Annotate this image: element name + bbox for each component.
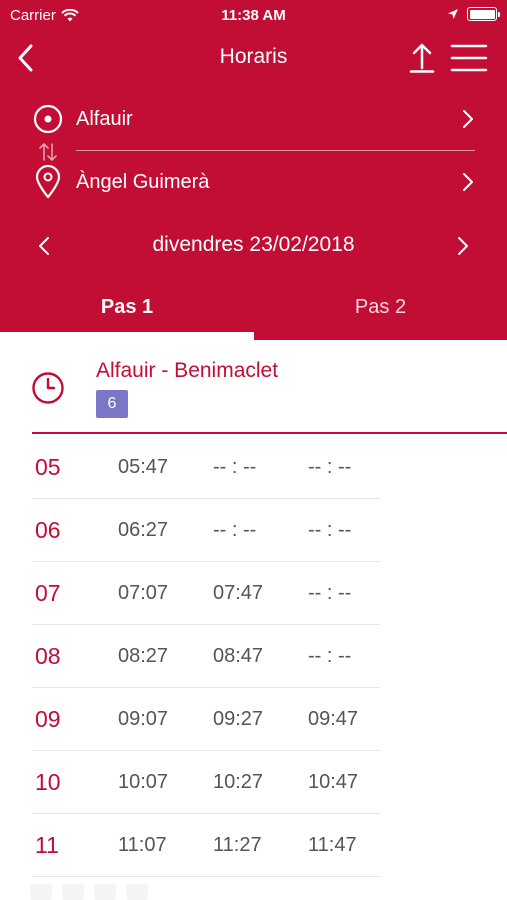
table-row: 09 09:07 09:27 09:47 <box>0 688 507 751</box>
route-divider <box>76 150 475 151</box>
location-pin-icon <box>35 165 61 199</box>
line-header-divider <box>32 432 507 434</box>
tab-pas-2[interactable]: Pas 2 <box>254 284 507 340</box>
chevron-right-icon <box>458 237 468 255</box>
departure-time: 07:47 <box>213 582 264 604</box>
departure-time: 05:47 <box>118 456 169 478</box>
chevron-right-icon <box>463 110 473 128</box>
departure-time: 09:27 <box>213 708 264 730</box>
departure-time: -- : -- <box>308 519 352 541</box>
status-time: 11:38 AM <box>221 7 286 24</box>
departure-time: -- : -- <box>213 456 257 478</box>
departure-time: 09:07 <box>118 708 169 730</box>
table-row: 08 08:27 08:47 -- : -- <box>0 625 507 688</box>
departure-time: 09:47 <box>308 708 359 730</box>
origin-label: Alfauir <box>76 107 133 130</box>
hour-label: 10 <box>35 769 61 795</box>
departure-time: 11:07 <box>118 834 167 856</box>
departure-time: 07:07 <box>118 582 169 604</box>
table-row: 11 11:07 11:27 11:47 <box>0 814 507 877</box>
location-arrow-icon <box>448 9 458 19</box>
date-label: divendres 23/02/2018 <box>152 233 355 256</box>
clock-icon <box>32 372 64 404</box>
hamburger-menu-icon <box>450 44 488 72</box>
departure-time: 10:47 <box>308 771 359 793</box>
destination-selector[interactable]: Àngel Guimerà <box>30 160 480 204</box>
line-header: Alfauir - Benimaclet 6 <box>0 340 507 434</box>
origin-selector[interactable]: Alfauir <box>30 97 480 141</box>
next-day-button[interactable] <box>447 230 479 262</box>
hour-label: 08 <box>35 643 61 669</box>
date-selector: divendres 23/02/2018 <box>0 224 507 268</box>
departure-time: 11:27 <box>213 834 262 856</box>
navigation-bar: Horaris <box>0 34 507 82</box>
departure-time: 06:27 <box>118 519 169 541</box>
share-upload-icon <box>409 43 435 73</box>
table-row: 07 07:07 07:47 -- : -- <box>0 562 507 625</box>
hour-label: 06 <box>35 517 61 543</box>
hour-label: 09 <box>35 706 61 732</box>
menu-button[interactable] <box>448 38 490 78</box>
hour-label: 11 <box>35 832 59 858</box>
line-name: Alfauir - Benimaclet <box>96 359 279 382</box>
selected-tab-indicator <box>0 332 254 340</box>
departure-time: 10:07 <box>118 771 169 793</box>
table-row: 05 05:47 -- : -- -- : -- <box>0 436 507 499</box>
departure-time: 10:27 <box>213 771 264 793</box>
departure-time: -- : -- <box>308 582 352 604</box>
departure-time: -- : -- <box>308 456 352 478</box>
destination-label: Àngel Guimerà <box>76 170 210 193</box>
line-number-badge: 6 <box>96 390 128 418</box>
schedule-list: 05 05:47 -- : -- -- : -- 06 06:27 -- : -… <box>0 436 507 877</box>
departure-time: 08:27 <box>118 645 169 667</box>
departure-time: -- : -- <box>308 645 352 667</box>
app-header: Carrier 11:38 AM Horaris Alfauir Àngel G… <box>0 0 507 340</box>
table-row: 06 06:27 -- : -- -- : -- <box>0 499 507 562</box>
next-row-preview <box>30 884 230 900</box>
chevron-right-icon <box>463 173 473 191</box>
table-row: 10 10:07 10:27 10:47 <box>0 751 507 814</box>
share-button[interactable] <box>404 38 440 78</box>
departure-time: -- : -- <box>213 519 257 541</box>
departure-time: 08:47 <box>213 645 264 667</box>
departure-time: 11:47 <box>308 834 357 856</box>
hour-label: 05 <box>35 454 61 480</box>
hour-label: 07 <box>35 580 61 606</box>
origin-target-icon <box>33 104 63 134</box>
battery-icon <box>467 7 500 21</box>
status-bar: Carrier 11:38 AM <box>0 0 507 32</box>
status-right <box>447 7 500 21</box>
